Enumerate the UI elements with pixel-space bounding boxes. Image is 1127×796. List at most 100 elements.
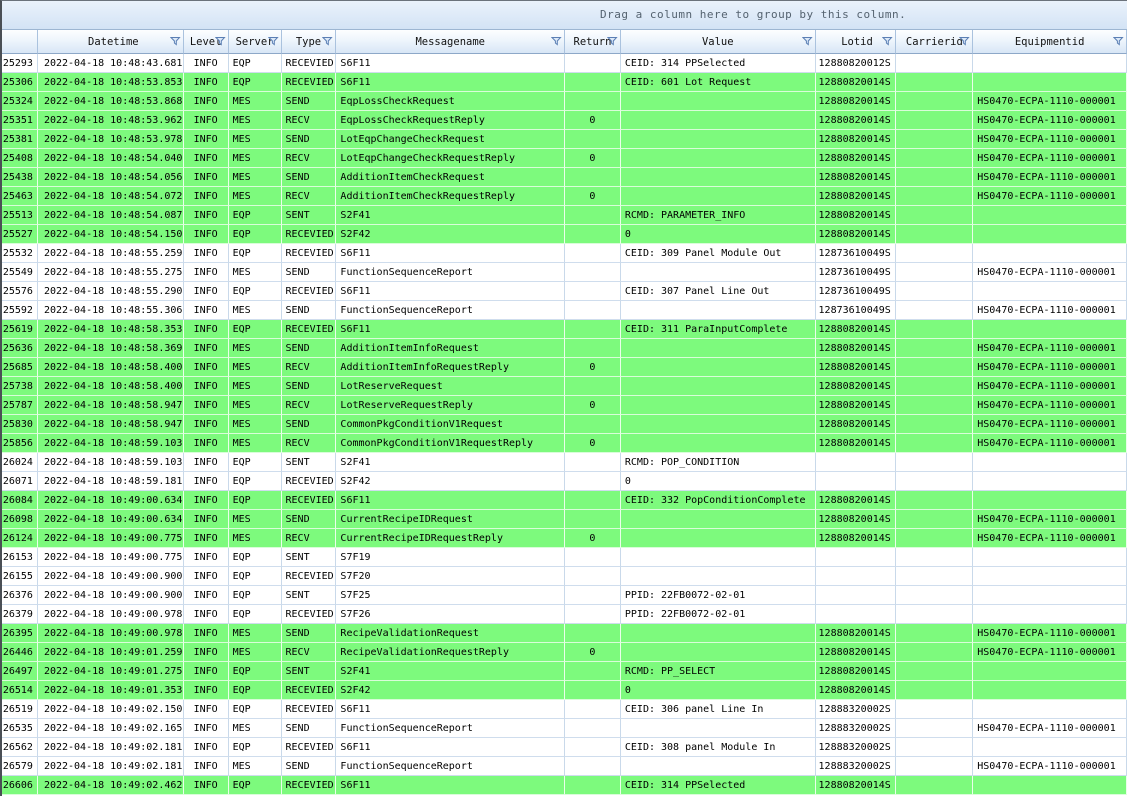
table-row[interactable]: 261242022-04-18 10:49:00.775INFOMESRECVC…	[2, 529, 1127, 548]
cell-messagename: S7F20	[336, 567, 565, 586]
cell-server: MES	[229, 510, 282, 529]
table-row[interactable]: 258302022-04-18 10:48:58.947INFOMESSENDC…	[2, 415, 1127, 434]
cell-server: MES	[229, 358, 282, 377]
table-row[interactable]: 253812022-04-18 10:48:53.978INFOMESSENDL…	[2, 130, 1127, 149]
table-row[interactable]: 256362022-04-18 10:48:58.369INFOMESSENDA…	[2, 339, 1127, 358]
filter-icon[interactable]	[802, 36, 813, 49]
column-header-lotid[interactable]: Lotid	[816, 30, 897, 54]
table-row[interactable]: 261552022-04-18 10:49:00.900INFOEQPRECEV…	[2, 567, 1127, 586]
column-header-level[interactable]: Level	[184, 30, 229, 54]
cell-return	[565, 776, 621, 795]
cell-messagename: FunctionSequenceReport	[336, 757, 565, 776]
table-row[interactable]: 254632022-04-18 10:48:54.072INFOMESRECVA…	[2, 187, 1127, 206]
table-row[interactable]: 264972022-04-18 10:49:01.275INFOEQPSENTS…	[2, 662, 1127, 681]
cell-equipmentid	[973, 681, 1127, 700]
column-header-datetime[interactable]: Datetime	[38, 30, 184, 54]
table-row[interactable]: 257872022-04-18 10:48:58.947INFOMESRECVL…	[2, 396, 1127, 415]
table-row[interactable]: 265192022-04-18 10:49:02.150INFOEQPRECEV…	[2, 700, 1127, 719]
table-row[interactable]: 255322022-04-18 10:48:55.259INFOEQPRECEV…	[2, 244, 1127, 263]
filter-icon[interactable]	[1113, 36, 1124, 49]
column-header-messagename[interactable]: Messagename	[336, 30, 565, 54]
table-row[interactable]: 256852022-04-18 10:48:58.400INFOMESRECVA…	[2, 358, 1127, 377]
cell-server: EQP	[229, 54, 282, 73]
cell-value: CEID: 307 Panel Line Out	[621, 282, 816, 301]
table-row[interactable]: 265792022-04-18 10:49:02.181INFOMESSENDF…	[2, 757, 1127, 776]
table-row[interactable]: 254082022-04-18 10:48:54.040INFOMESRECVL…	[2, 149, 1127, 168]
cell-datetime: 2022-04-18 10:48:54.056	[38, 168, 184, 187]
table-row[interactable]: 263952022-04-18 10:49:00.978INFOMESSENDR…	[2, 624, 1127, 643]
column-header-carrierid[interactable]: Carrierid	[896, 30, 973, 54]
table-row[interactable]: 255272022-04-18 10:48:54.150INFOEQPRECEV…	[2, 225, 1127, 244]
table-row[interactable]: 266062022-04-18 10:49:02.462INFOEQPRECEV…	[2, 776, 1127, 795]
cell-level: INFO	[184, 548, 229, 567]
table-row[interactable]: 254382022-04-18 10:48:54.056INFOMESSENDA…	[2, 168, 1127, 187]
table-row[interactable]: 265622022-04-18 10:49:02.181INFOEQPRECEV…	[2, 738, 1127, 757]
column-header-server[interactable]: Server	[229, 30, 282, 54]
cell-carrierid	[896, 168, 973, 187]
table-row[interactable]: 265352022-04-18 10:49:02.165INFOMESSENDF…	[2, 719, 1127, 738]
grid-header-row: DatetimeLevelServerTypeMessagenameReturn…	[2, 30, 1127, 54]
cell-value	[621, 415, 816, 434]
filter-icon[interactable]	[170, 36, 181, 49]
cell-datetime: 2022-04-18 10:48:59.103	[38, 453, 184, 472]
filter-icon[interactable]	[607, 36, 618, 49]
cell-type: RECEVIED	[282, 225, 337, 244]
cell-carrierid	[896, 605, 973, 624]
table-row[interactable]: 255492022-04-18 10:48:55.275INFOMESSENDF…	[2, 263, 1127, 282]
cell-value: CEID: 314 PPSelected	[621, 776, 816, 795]
table-row[interactable]: 255922022-04-18 10:48:55.306INFOMESSENDF…	[2, 301, 1127, 320]
table-row[interactable]: 263792022-04-18 10:49:00.978INFOEQPRECEV…	[2, 605, 1127, 624]
cell-value: CEID: 306 panel Line In	[621, 700, 816, 719]
column-header-type[interactable]: Type	[282, 30, 337, 54]
cell-row_no: 26446	[2, 643, 38, 662]
cell-row_no: 26395	[2, 624, 38, 643]
table-row[interactable]: 253512022-04-18 10:48:53.962INFOMESRECVE…	[2, 111, 1127, 130]
cell-level: INFO	[184, 73, 229, 92]
column-header-value[interactable]: Value	[621, 30, 816, 54]
table-row[interactable]: 255132022-04-18 10:48:54.087INFOEQPSENTS…	[2, 206, 1127, 225]
column-header-return[interactable]: Return	[565, 30, 621, 54]
column-header-row_no[interactable]	[2, 30, 38, 54]
table-row[interactable]: 255762022-04-18 10:48:55.290INFOEQPRECEV…	[2, 282, 1127, 301]
cell-carrierid	[896, 149, 973, 168]
table-row[interactable]: 258562022-04-18 10:48:59.103INFOMESRECVC…	[2, 434, 1127, 453]
cell-type: RECEVIED	[282, 54, 337, 73]
cell-messagename: S2F41	[336, 206, 565, 225]
cell-value	[621, 130, 816, 149]
filter-icon[interactable]	[268, 36, 279, 49]
cell-type: RECEVIED	[282, 567, 337, 586]
table-row[interactable]: 257382022-04-18 10:48:58.400INFOMESSENDL…	[2, 377, 1127, 396]
table-row[interactable]: 260242022-04-18 10:48:59.103INFOEQPSENTS…	[2, 453, 1127, 472]
table-row[interactable]: 265142022-04-18 10:49:01.353INFOEQPRECEV…	[2, 681, 1127, 700]
table-row[interactable]: 252932022-04-18 10:48:43.681INFOEQPRECEV…	[2, 54, 1127, 73]
cell-datetime: 2022-04-18 10:48:58.353	[38, 320, 184, 339]
cell-type: RECV	[282, 434, 337, 453]
table-row[interactable]: 253242022-04-18 10:48:53.868INFOMESSENDE…	[2, 92, 1127, 111]
cell-row_no: 26124	[2, 529, 38, 548]
cell-row_no: 25293	[2, 54, 38, 73]
table-row[interactable]: 256192022-04-18 10:48:58.353INFOEQPRECEV…	[2, 320, 1127, 339]
table-row[interactable]: 260842022-04-18 10:49:00.634INFOEQPRECEV…	[2, 491, 1127, 510]
table-row[interactable]: 253062022-04-18 10:48:53.853INFOEQPRECEV…	[2, 73, 1127, 92]
cell-row_no: 26071	[2, 472, 38, 491]
filter-icon[interactable]	[882, 36, 893, 49]
table-row[interactable]: 260712022-04-18 10:48:59.181INFOEQPRECEV…	[2, 472, 1127, 491]
filter-icon[interactable]	[551, 36, 562, 49]
cell-type: RECEVIED	[282, 282, 337, 301]
group-by-bar[interactable]: Drag a column here to group by this colu…	[2, 1, 1127, 30]
filter-icon[interactable]	[959, 36, 970, 49]
table-row[interactable]: 263762022-04-18 10:49:00.900INFOEQPSENTS…	[2, 586, 1127, 605]
filter-icon[interactable]	[215, 36, 226, 49]
table-row[interactable]: 261532022-04-18 10:49:00.775INFOEQPSENTS…	[2, 548, 1127, 567]
cell-datetime: 2022-04-18 10:48:53.868	[38, 92, 184, 111]
column-header-label: Carrierid	[906, 36, 963, 48]
table-row[interactable]: 260982022-04-18 10:49:00.634INFOMESSENDC…	[2, 510, 1127, 529]
cell-server: EQP	[229, 548, 282, 567]
cell-server: EQP	[229, 472, 282, 491]
cell-return	[565, 472, 621, 491]
table-row[interactable]: 264462022-04-18 10:49:01.259INFOMESRECVR…	[2, 643, 1127, 662]
cell-datetime: 2022-04-18 10:49:00.634	[38, 510, 184, 529]
column-header-equipmentid[interactable]: Equipmentid	[973, 30, 1127, 54]
filter-icon[interactable]	[322, 36, 333, 49]
cell-messagename: CommonPkgConditionV1Request	[336, 415, 565, 434]
